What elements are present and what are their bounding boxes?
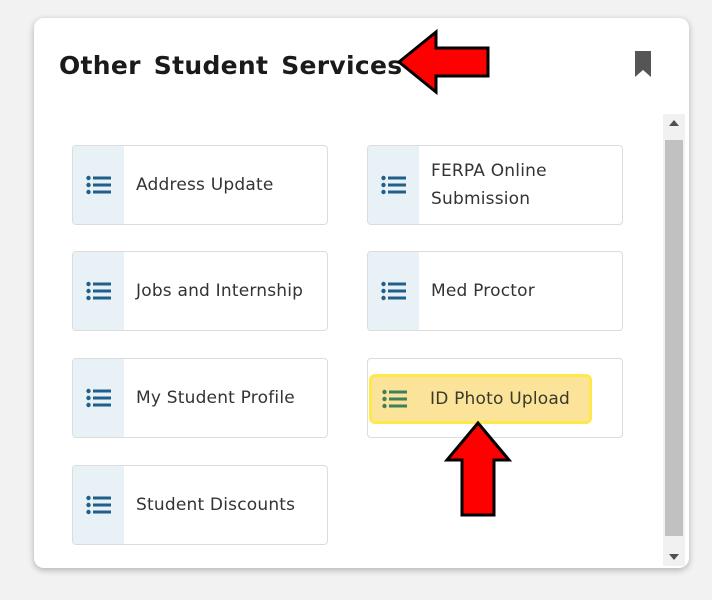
tile-address-update[interactable]: Address Update	[72, 145, 328, 225]
tile-jobs-and-internship[interactable]: Jobs and Internship	[72, 251, 328, 331]
annotation-arrow-up-icon	[444, 420, 512, 517]
tile-label: Jobs and Internship	[136, 281, 304, 301]
other-student-services-card: Other Student Services Address Update FE…	[34, 18, 689, 568]
list-icon	[380, 379, 410, 419]
tile-student-discounts[interactable]: Student Discounts	[72, 465, 328, 545]
scrollbar-thumb[interactable]	[665, 140, 683, 536]
vertical-scrollbar[interactable]	[663, 114, 685, 566]
tile-ferpa-online-submission[interactable]: FERPA Online Submission	[367, 145, 623, 225]
list-icon	[368, 252, 419, 330]
tile-id-photo-upload-highlight[interactable]: ID Photo Upload	[369, 374, 592, 424]
scroll-up-arrow-icon[interactable]	[663, 114, 685, 132]
tile-label: Address Update	[136, 175, 274, 195]
list-icon	[73, 252, 124, 330]
list-icon	[73, 146, 124, 224]
tile-label: FERPA Online Submission	[431, 161, 547, 209]
bookmark-icon[interactable]	[633, 51, 653, 77]
annotation-arrow-left-icon	[396, 28, 490, 96]
list-icon	[73, 359, 124, 437]
tile-my-student-profile[interactable]: My Student Profile	[72, 358, 328, 438]
tile-med-proctor[interactable]: Med Proctor	[367, 251, 623, 331]
card-title: Other Student Services	[59, 51, 403, 80]
tile-label: Med Proctor	[431, 281, 535, 301]
list-icon	[73, 466, 124, 544]
tile-label: ID Photo Upload	[430, 389, 570, 409]
tile-label: Student Discounts	[136, 495, 296, 515]
list-icon	[368, 146, 419, 224]
scroll-down-arrow-icon[interactable]	[663, 548, 685, 566]
tile-label: My Student Profile	[136, 388, 295, 408]
